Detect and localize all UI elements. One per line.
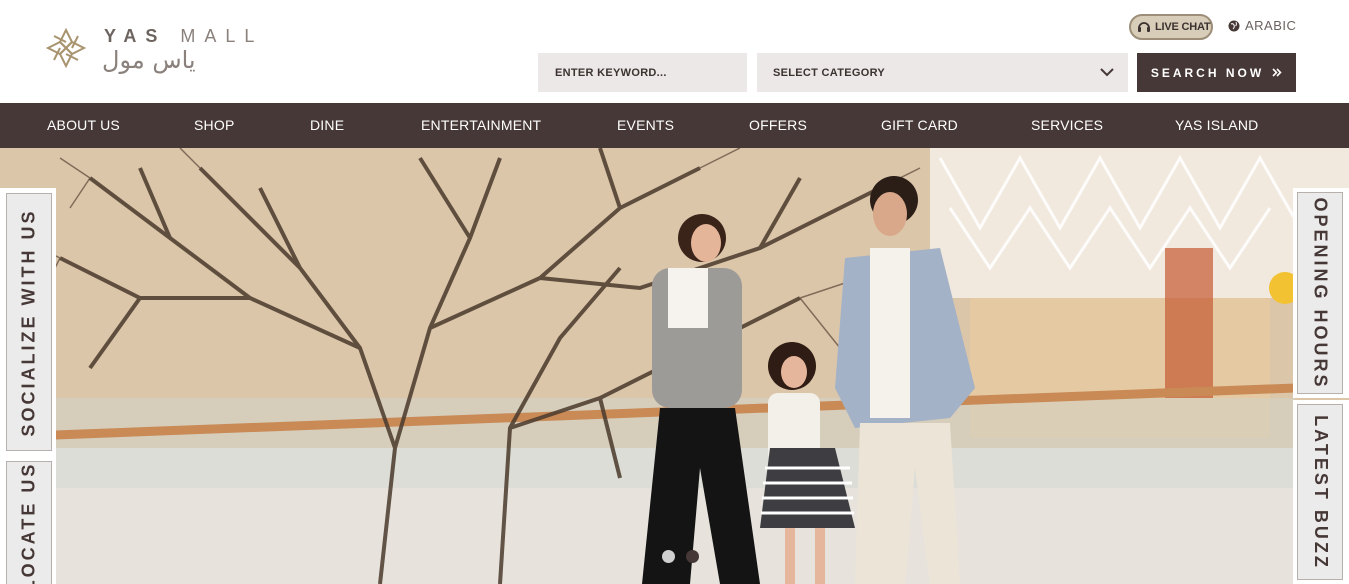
nav-yas-island[interactable]: YAS ISLAND (1175, 103, 1258, 148)
slide-dot-1[interactable] (662, 550, 675, 563)
yas-mall-logo[interactable]: YAS MALL ياس مول (46, 26, 286, 80)
nav-shop[interactable]: SHOP (194, 103, 234, 148)
nav-gift-card[interactable]: GIFT CARD (881, 103, 958, 148)
hero-banner: SOCIALIZE WITH US LOCATE US OPENING HOUR… (0, 148, 1349, 584)
latest-buzz-tab[interactable]: LATEST BUZZ (1293, 400, 1349, 584)
locate-us-label: LOCATE US (18, 461, 39, 584)
hero-image (0, 148, 1349, 584)
opening-hours-tab[interactable]: OPENING HOURS (1293, 188, 1349, 398)
opening-hours-label: OPENING HOURS (1310, 196, 1331, 390)
globe-icon (1228, 20, 1240, 31)
socialize-with-us-label: SOCIALIZE WITH US (18, 208, 39, 436)
latest-buzz-label: LATEST BUZZ (1310, 414, 1331, 570)
chevron-down-icon (1100, 68, 1114, 77)
nav-events[interactable]: EVENTS (617, 103, 674, 148)
double-chevron-right-icon (1272, 68, 1282, 77)
slide-dot-2-active[interactable] (686, 550, 699, 563)
site-header: YAS MALL ياس مول LIVE CHAT ARABIC SELECT… (0, 0, 1349, 103)
keyword-search-input[interactable] (538, 53, 747, 92)
nav-dine[interactable]: DINE (310, 103, 344, 148)
language-switch[interactable]: ARABIC (1228, 18, 1296, 33)
main-navigation: ABOUT US SHOP DINE ENTERTAINMENT EVENTS … (0, 103, 1349, 148)
headset-icon (1138, 22, 1150, 32)
nav-offers[interactable]: OFFERS (749, 103, 807, 148)
live-chat-button[interactable]: LIVE CHAT (1129, 14, 1213, 40)
logo-flower-icon (46, 28, 86, 68)
logo-arabic-wordmark: ياس مول (102, 46, 196, 74)
language-label: ARABIC (1245, 18, 1297, 33)
search-now-label: SEARCH NOW (1150, 65, 1265, 80)
search-now-button[interactable]: SEARCH NOW (1137, 53, 1296, 92)
locate-us-tab[interactable]: LOCATE US (0, 456, 56, 584)
category-select-label: SELECT CATEGORY (773, 66, 886, 79)
category-select[interactable]: SELECT CATEGORY (757, 53, 1128, 92)
logo-wordmark: YAS MALL (104, 26, 264, 46)
live-chat-label: LIVE CHAT (1155, 21, 1211, 33)
nav-entertainment[interactable]: ENTERTAINMENT (421, 103, 541, 148)
socialize-with-us-tab[interactable]: SOCIALIZE WITH US (0, 188, 56, 456)
nav-services[interactable]: SERVICES (1031, 103, 1103, 148)
nav-about-us[interactable]: ABOUT US (47, 103, 120, 148)
